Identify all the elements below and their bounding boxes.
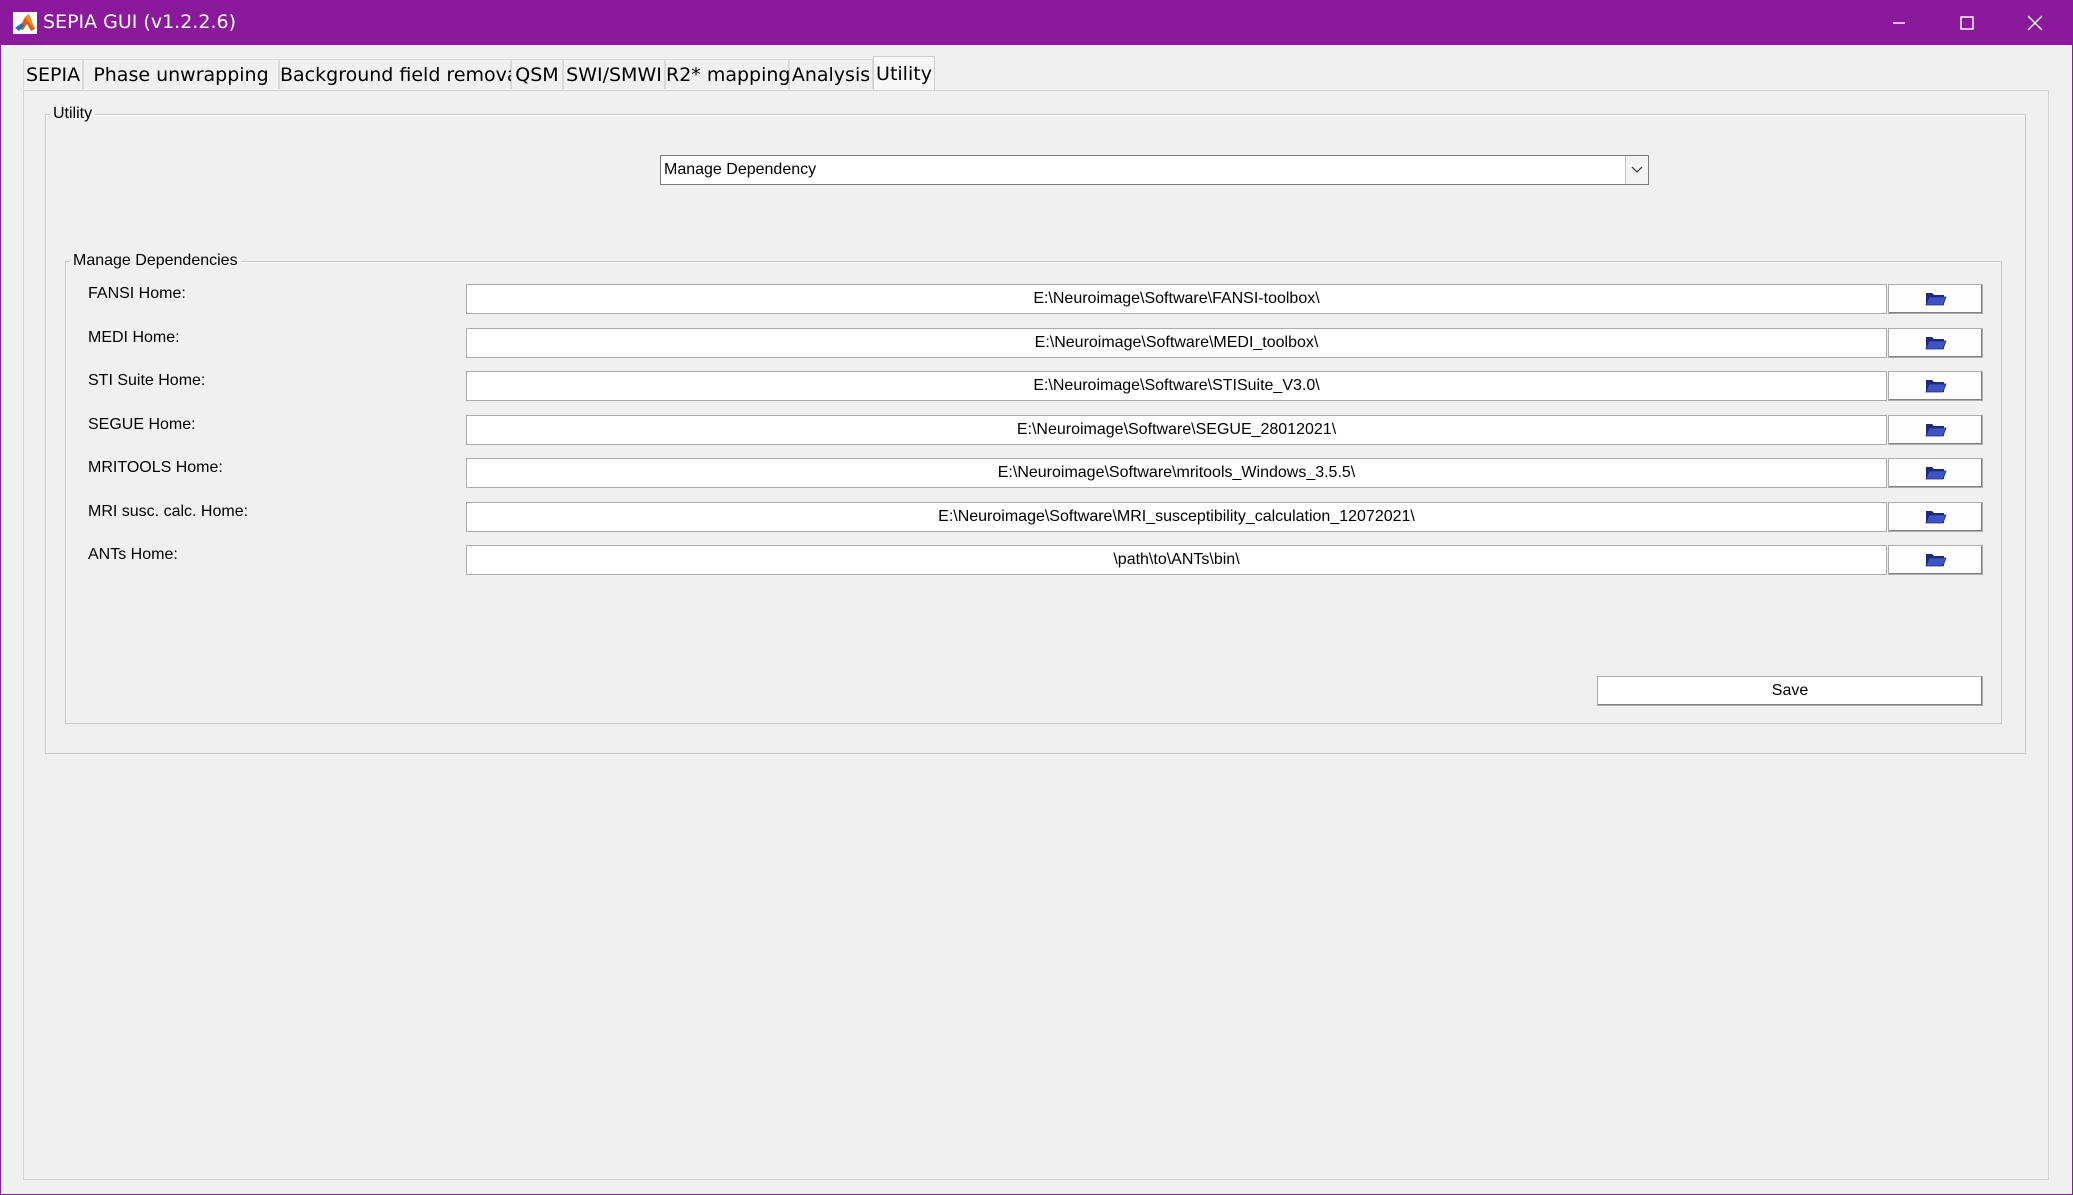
ants-browse-button[interactable] xyxy=(1888,545,1983,575)
mri-susc-calc-home-label: MRI susc. calc. Home: xyxy=(88,503,249,520)
ants-home-label: ANTs Home: xyxy=(88,546,178,563)
medi-home-field[interactable]: E:\Neuroimage\Software\MEDI_toolbox\ xyxy=(466,328,1887,358)
folder-open-icon xyxy=(1924,380,1947,393)
segue-browse-button[interactable] xyxy=(1888,415,1983,445)
tab-qsm[interactable]: QSM xyxy=(511,59,563,89)
manage-dependencies-title: Manage Dependencies xyxy=(70,252,241,270)
ants-home-field[interactable]: \path\to\ANTs\bin\ xyxy=(466,545,1887,575)
folder-open-icon xyxy=(1924,293,1947,306)
mri-susc-calc-browse-button[interactable] xyxy=(1888,502,1983,532)
folder-open-icon xyxy=(1924,467,1947,480)
tab-swi-smwi[interactable]: SWI/SMWI xyxy=(563,59,665,89)
fansi-home-label: FANSI Home: xyxy=(88,285,186,302)
minimize-icon xyxy=(1893,22,1905,24)
mritools-browse-button[interactable] xyxy=(1888,458,1983,488)
folder-open-icon xyxy=(1924,554,1947,567)
window-title: SEPIA GUI (v1.2.2.6) xyxy=(43,11,236,33)
fansi-browse-button[interactable] xyxy=(1888,284,1983,314)
medi-home-label: MEDI Home: xyxy=(88,329,180,346)
close-icon xyxy=(2027,15,2043,31)
tab-sepia[interactable]: SEPIA xyxy=(23,59,83,89)
fansi-home-field[interactable]: E:\Neuroimage\Software\FANSI-toolbox\ xyxy=(466,284,1887,314)
tab-phase-unwrapping[interactable]: Phase unwrapping xyxy=(83,59,279,89)
utility-tool-select[interactable]: Manage Dependency xyxy=(660,155,1649,185)
app-window: SEPIA GUI (v1.2.2.6) SEPIA Phase unwrapp… xyxy=(0,0,2073,1195)
segue-home-label: SEGUE Home: xyxy=(88,416,196,433)
tab-analysis[interactable]: Analysis xyxy=(789,59,873,89)
title-bar[interactable]: SEPIA GUI (v1.2.2.6) xyxy=(1,1,2072,45)
save-button[interactable]: Save xyxy=(1597,676,1983,706)
tab-utility[interactable]: Utility xyxy=(873,56,935,90)
folder-open-icon xyxy=(1924,511,1947,524)
sti-suite-home-field[interactable]: E:\Neuroimage\Software\STISuite_V3.0\ xyxy=(466,371,1887,401)
segue-home-field[interactable]: E:\Neuroimage\Software\SEGUE_28012021\ xyxy=(466,415,1887,445)
matlab-logo-icon xyxy=(13,12,37,34)
folder-open-icon xyxy=(1924,424,1947,437)
medi-browse-button[interactable] xyxy=(1888,328,1983,358)
chevron-down-icon xyxy=(1631,166,1643,173)
mri-susc-calc-home-field[interactable]: E:\Neuroimage\Software\MRI_susceptibilit… xyxy=(466,502,1887,532)
utility-group-title: Utility xyxy=(50,105,96,123)
utility-tool-selected: Manage Dependency xyxy=(664,161,817,178)
tab-r2star-mapping[interactable]: R2* mapping xyxy=(665,59,790,89)
mritools-home-label: MRITOOLS Home: xyxy=(88,459,223,476)
sti-suite-browse-button[interactable] xyxy=(1888,371,1983,401)
dropdown-arrow[interactable] xyxy=(1625,156,1648,184)
sti-suite-home-label: STI Suite Home: xyxy=(88,372,206,389)
minimize-button[interactable] xyxy=(1865,1,1933,45)
mritools-home-field[interactable]: E:\Neuroimage\Software\mritools_Windows_… xyxy=(466,458,1887,488)
close-button[interactable] xyxy=(2001,1,2069,45)
tab-background-field-removal[interactable]: Background field removal xyxy=(279,59,524,89)
maximize-icon xyxy=(1960,16,1974,30)
maximize-button[interactable] xyxy=(1933,1,2001,45)
folder-open-icon xyxy=(1924,337,1947,350)
